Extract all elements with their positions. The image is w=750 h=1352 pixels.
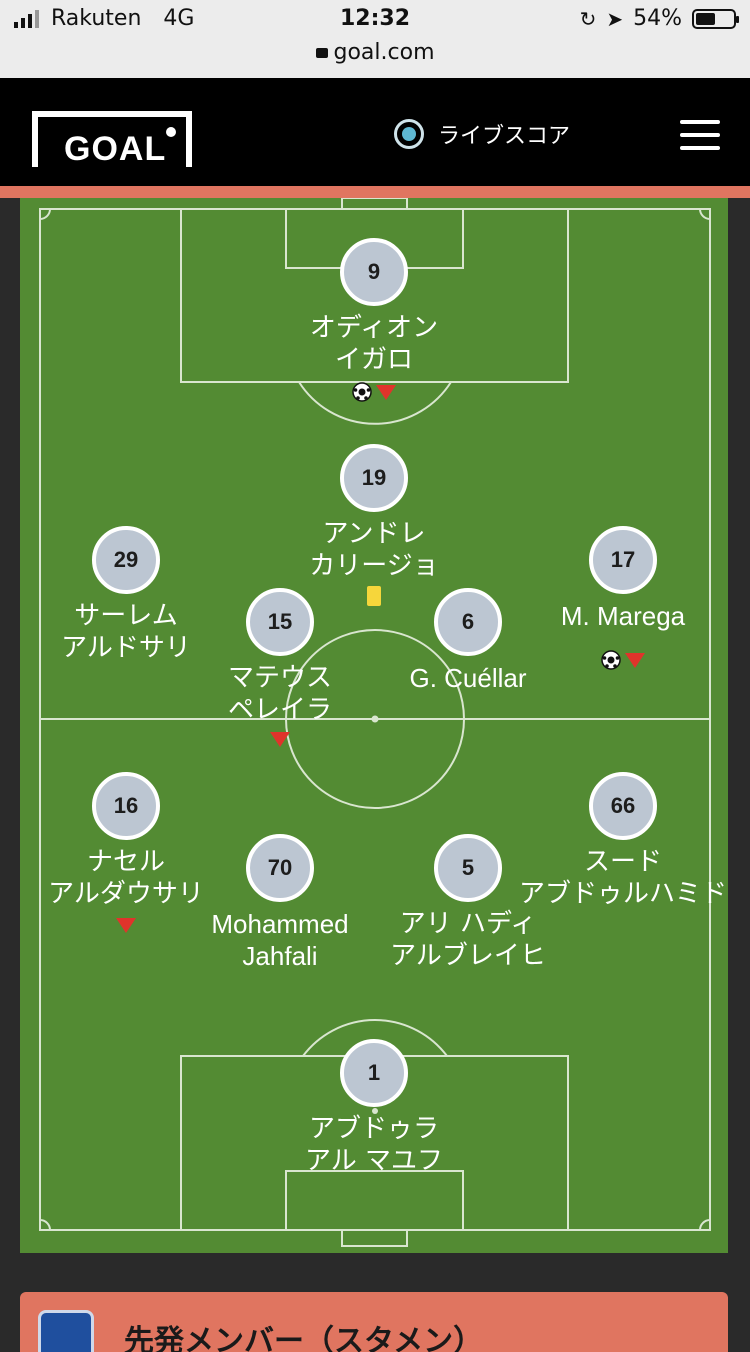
player-events [314, 586, 434, 606]
player-number: 66 [589, 772, 657, 840]
player-number: 5 [434, 834, 502, 902]
starting-lineup-header[interactable]: 先発メンバー（スタメン） [20, 1292, 728, 1352]
player-events [220, 732, 340, 747]
player-number: 29 [92, 526, 160, 594]
live-indicator-icon [394, 119, 424, 149]
status-bar: Rakuten 4G 12:32 goal.com ↻ ➤ 54% [0, 0, 750, 78]
goal-ball-icon [352, 382, 372, 402]
goal-logo[interactable]: GOAL [32, 111, 192, 169]
formation-pitch: 9 オディオン イガロ 19 アンドレ カリージョ 29 サーレム アルドサリ 17 … [20, 198, 728, 1253]
player-number: 6 [434, 588, 502, 656]
section-title: 先発メンバー（スタメン） [124, 1324, 484, 1352]
live-score-label: ライブスコア [438, 124, 571, 149]
player-number: 19 [340, 444, 408, 512]
site-header: GOAL ライブスコア [0, 78, 750, 190]
player-name: アンドレ カリージョ [309, 519, 439, 581]
yellow-card-icon [367, 586, 381, 606]
location-icon: ➤ [606, 6, 624, 31]
logo-dot [166, 127, 176, 137]
battery-percent: 54% [633, 6, 682, 31]
player-name: オディオン イガロ [309, 313, 439, 375]
player-number: 17 [589, 526, 657, 594]
player-name: アリ ハディ アルブレイヒ [390, 909, 546, 971]
status-right: ↻ ➤ 54% [579, 6, 739, 31]
substitution-off-icon [270, 732, 290, 747]
live-score-link[interactable]: ライブスコア [394, 118, 570, 150]
player-number: 15 [246, 588, 314, 656]
hamburger-menu-icon[interactable] [680, 120, 720, 150]
player-name: G. Cuéllar [409, 663, 527, 693]
logo-text: GOAL [60, 129, 171, 169]
url-text: goal.com [333, 40, 435, 65]
rotation-lock-icon: ↻ [579, 6, 597, 31]
header-accent-line [0, 186, 750, 198]
player-number: 16 [92, 772, 160, 840]
player-number: 1 [340, 1039, 408, 1107]
player-name: アブドゥラ アル マユフ [304, 1114, 443, 1176]
address-bar[interactable]: goal.com [0, 40, 750, 65]
substitution-off-icon [376, 384, 396, 400]
battery-icon [692, 8, 739, 29]
lock-icon [315, 48, 328, 58]
team-crest-icon [38, 1310, 94, 1352]
player-number: 9 [340, 238, 408, 306]
player-number: 70 [246, 834, 314, 902]
player-events [314, 382, 434, 402]
